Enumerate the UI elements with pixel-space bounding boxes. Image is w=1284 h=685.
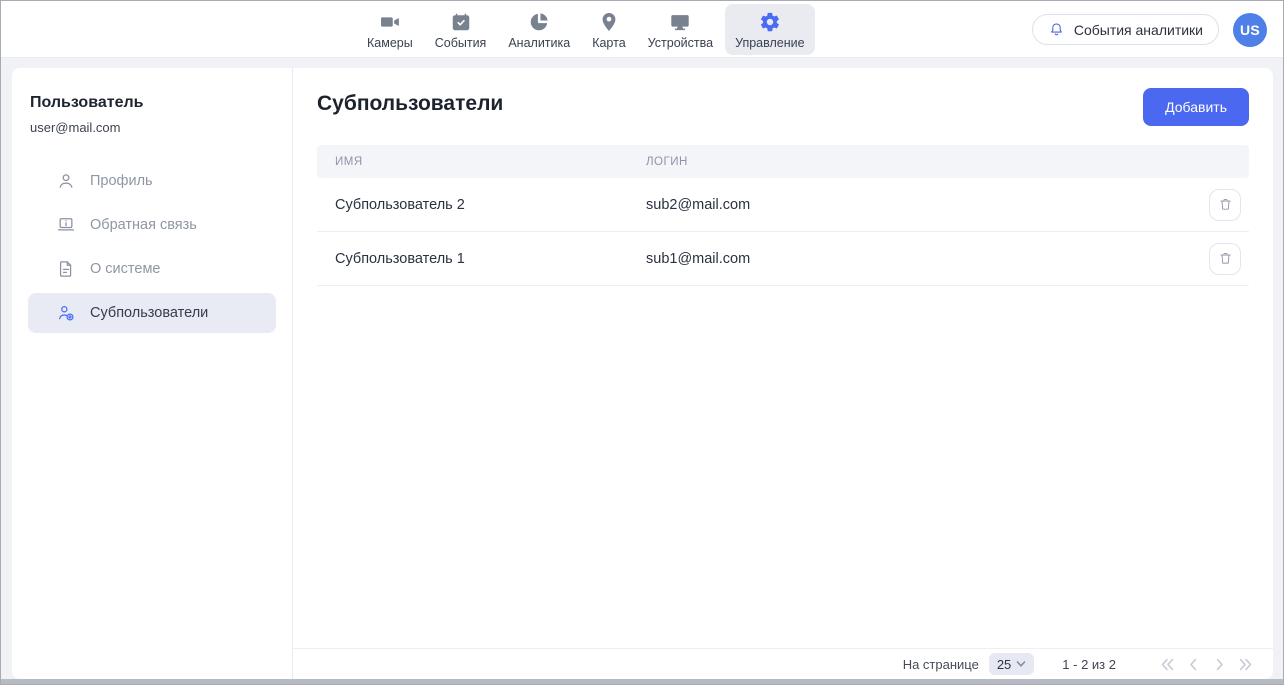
- gear-icon: [758, 10, 782, 34]
- avatar[interactable]: US: [1233, 13, 1267, 47]
- table-row: Субпользователь 2 sub2@mail.com: [317, 178, 1249, 232]
- tab-label: Карта: [592, 36, 625, 50]
- subuser-name: Субпользователь 1: [317, 251, 646, 267]
- main-header: Субпользователи Добавить: [293, 68, 1273, 126]
- trash-icon: [1218, 251, 1233, 266]
- monitor-icon: [668, 10, 692, 34]
- trash-icon: [1218, 197, 1233, 212]
- add-subuser-button[interactable]: Добавить: [1143, 88, 1249, 126]
- subuser-login: sub2@mail.com: [646, 197, 1201, 213]
- pagination-last-button[interactable]: [1236, 655, 1255, 674]
- sidebar-item-feedback[interactable]: Обратная связь: [28, 205, 276, 245]
- user-email: user@mail.com: [12, 120, 292, 135]
- sidebar-menu: Профиль Обратная связь О системе Субполь…: [12, 161, 292, 333]
- tab-label: События: [435, 36, 487, 50]
- chevron-left-icon: [1185, 656, 1202, 673]
- pagination-footer: На странице 25 1 - 2 из 2: [293, 648, 1273, 679]
- subusers-table: ИМЯ ЛОГИН Субпользователь 2 sub2@mail.co…: [317, 145, 1249, 286]
- column-header-login: ЛОГИН: [646, 156, 1201, 168]
- delete-subuser-button[interactable]: [1209, 189, 1241, 221]
- tab-label: Аналитика: [508, 36, 570, 50]
- tab-label: Камеры: [367, 36, 413, 50]
- analytics-events-button[interactable]: События аналитики: [1032, 14, 1219, 45]
- sidebar-item-label: Профиль: [90, 173, 153, 189]
- sidebar-item-subusers[interactable]: Субпользователи: [28, 293, 276, 333]
- sidebar-item-profile[interactable]: Профиль: [28, 161, 276, 201]
- user-plus-icon: [56, 303, 76, 323]
- sidebar: Пользователь user@mail.com Профиль Обрат…: [12, 68, 292, 679]
- page-title: Субпользователи: [317, 92, 503, 116]
- pie-chart-icon: [527, 10, 551, 34]
- tab-events[interactable]: События: [425, 4, 497, 55]
- header-right-controls: События аналитики US: [1032, 1, 1267, 58]
- feedback-laptop-icon: [56, 215, 76, 235]
- main-panel: Субпользователи Добавить ИМЯ ЛОГИН Субпо…: [292, 68, 1273, 679]
- app-window: Камеры События Аналитика Карта: [0, 0, 1284, 685]
- nav-tabs: Камеры События Аналитика Карта: [357, 4, 815, 55]
- pagination-range: 1 - 2 из 2: [1062, 657, 1116, 672]
- tab-cameras[interactable]: Камеры: [357, 4, 423, 55]
- page-size-select[interactable]: 25: [989, 653, 1034, 675]
- document-icon: [56, 259, 76, 279]
- column-header-name: ИМЯ: [317, 156, 646, 168]
- analytics-events-label: События аналитики: [1074, 22, 1203, 38]
- sidebar-item-label: Субпользователи: [90, 305, 208, 321]
- window-bottom-strip: [1, 679, 1283, 684]
- tab-analytics[interactable]: Аналитика: [498, 4, 580, 55]
- sidebar-item-about[interactable]: О системе: [28, 249, 276, 289]
- tab-map[interactable]: Карта: [582, 4, 635, 55]
- sidebar-title: Пользователь: [12, 94, 292, 112]
- top-nav-bar: Камеры События Аналитика Карта: [1, 1, 1283, 58]
- chevron-down-icon: [1016, 659, 1026, 669]
- video-camera-icon: [378, 10, 402, 34]
- tab-devices[interactable]: Устройства: [638, 4, 723, 55]
- pagination-first-button[interactable]: [1158, 655, 1177, 674]
- user-icon: [56, 171, 76, 191]
- table-header-row: ИМЯ ЛОГИН: [317, 145, 1249, 178]
- sidebar-item-label: О системе: [90, 261, 160, 277]
- tab-management[interactable]: Управление: [725, 4, 815, 55]
- chevrons-left-icon: [1159, 656, 1176, 673]
- tab-label: Устройства: [648, 36, 713, 50]
- content-card: Пользователь user@mail.com Профиль Обрат…: [12, 68, 1273, 679]
- chevrons-right-icon: [1237, 656, 1254, 673]
- per-page-label: На странице: [903, 657, 979, 672]
- table-row: Субпользователь 1 sub1@mail.com: [317, 232, 1249, 286]
- chevron-right-icon: [1211, 656, 1228, 673]
- calendar-check-icon: [449, 10, 473, 34]
- pagination-next-button[interactable]: [1210, 655, 1229, 674]
- page-size-value: 25: [997, 657, 1011, 672]
- subuser-name: Субпользователь 2: [317, 197, 646, 213]
- subuser-login: sub1@mail.com: [646, 251, 1201, 267]
- pagination-controls: [1158, 655, 1255, 674]
- sidebar-item-label: Обратная связь: [90, 217, 197, 233]
- pagination-prev-button[interactable]: [1184, 655, 1203, 674]
- bell-icon: [1048, 21, 1065, 38]
- delete-subuser-button[interactable]: [1209, 243, 1241, 275]
- map-pin-icon: [597, 10, 621, 34]
- tab-label: Управление: [735, 36, 805, 50]
